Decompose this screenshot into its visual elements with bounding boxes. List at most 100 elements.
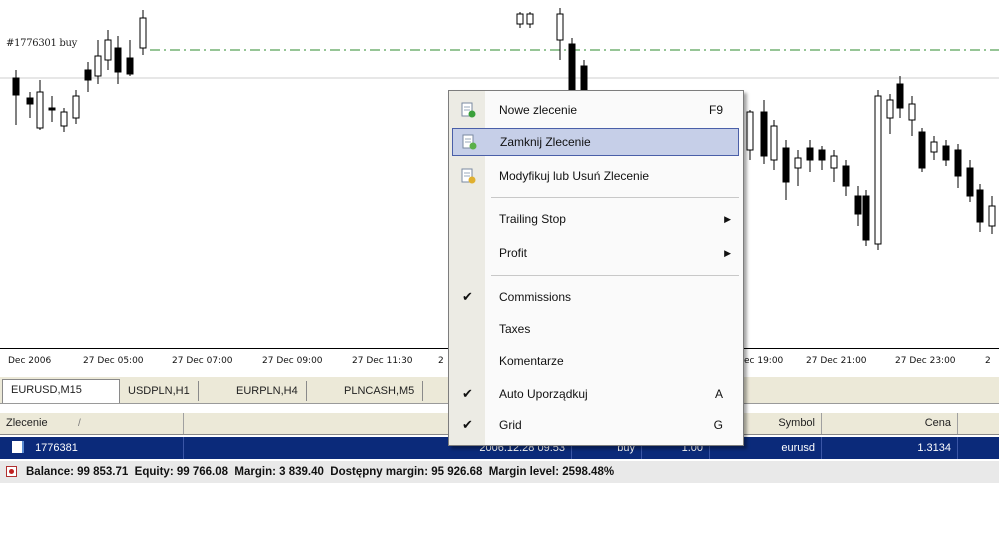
menu-item-close-order[interactable]: Zamknij Zlecenie xyxy=(452,128,739,156)
candle-body xyxy=(94,55,102,77)
checkmark-icon: ✔ xyxy=(462,386,473,401)
time-label: 27 Dec 11:30 xyxy=(352,356,413,366)
order-cell: 1776381 xyxy=(0,437,184,459)
column-label: Zlecenie xyxy=(6,417,48,429)
time-label: 27 Dec 21:00 xyxy=(806,356,867,366)
column-header-extra[interactable] xyxy=(958,413,999,434)
candle-body xyxy=(874,95,882,245)
menu-item-comments[interactable]: Komentarze xyxy=(449,347,743,375)
checkmark-icon: ✔ xyxy=(462,289,473,304)
menu-item-shortcut: F9 xyxy=(708,103,723,117)
modify-order-icon xyxy=(461,168,476,184)
order-number: 1776381 xyxy=(35,442,78,454)
close-order-icon xyxy=(462,134,477,150)
candle-body xyxy=(918,131,926,169)
time-label: 2 xyxy=(985,356,991,366)
candle-body xyxy=(770,125,778,161)
candle-body xyxy=(114,47,122,73)
time-label: 27 Dec 07:00 xyxy=(172,356,233,366)
time-label: 27 Dec 23:00 xyxy=(895,356,956,366)
submenu-arrow-icon: ▶ xyxy=(724,248,731,258)
menu-item-label: Nowe zlecenie xyxy=(499,103,578,117)
candle-body xyxy=(818,149,826,161)
candle-body xyxy=(854,195,862,215)
candle-body xyxy=(988,205,996,227)
balance-icon xyxy=(6,466,17,477)
column-header-order[interactable]: Zlecenie / xyxy=(0,413,184,434)
tab-usdpln-h1[interactable]: USDPLN,H1 xyxy=(120,381,199,401)
time-label: ec 19:00 xyxy=(744,356,784,366)
menu-item-taxes[interactable]: Taxes xyxy=(449,315,743,343)
menu-item-trailing-stop[interactable]: Trailing Stop ▶ xyxy=(449,205,743,233)
extra-cell xyxy=(958,437,999,459)
menu-item-label: Taxes xyxy=(499,322,531,336)
menu-item-label: Grid xyxy=(499,418,522,432)
balance-summary: Balance: 99 853.71 Equity: 99 766.08 Mar… xyxy=(26,466,615,478)
candle-body xyxy=(806,147,814,161)
menu-item-profit[interactable]: Profit ▶ xyxy=(449,239,743,267)
candle-body xyxy=(12,77,20,96)
candle-body xyxy=(966,167,974,197)
candle-body xyxy=(36,91,44,129)
menu-item-shortcut: G xyxy=(713,418,723,432)
time-label: 27 Dec 09:00 xyxy=(262,356,323,366)
new-order-icon xyxy=(461,102,476,118)
candle-body xyxy=(908,103,916,121)
menu-item-grid[interactable]: ✔ Grid G xyxy=(449,411,743,439)
menu-item-modify-order[interactable]: Modyfikuj lub Usuń Zlecenie xyxy=(449,162,743,190)
candle-body xyxy=(556,13,564,41)
menu-item-new-order[interactable]: Nowe zlecenie F9 xyxy=(449,96,743,124)
candle-body xyxy=(72,95,80,119)
menu-item-label: Modyfikuj lub Usuń Zlecenie xyxy=(499,169,650,183)
price-cell: 1.3134 xyxy=(822,437,958,459)
candle-body xyxy=(794,157,802,169)
time-label: Dec 2006 xyxy=(8,356,52,366)
column-label: Cena xyxy=(924,417,951,429)
candle-body xyxy=(896,83,904,109)
candle-body xyxy=(126,57,134,75)
column-label: Symbol xyxy=(778,417,815,429)
candle-body xyxy=(862,195,870,241)
candle-body xyxy=(26,97,34,105)
candle-body xyxy=(842,165,850,187)
balance-row[interactable]: Balance: 99 853.71 Equity: 99 766.08 Mar… xyxy=(0,461,999,483)
tab-plncash-m5[interactable]: PLNCASH,M5 xyxy=(336,381,424,401)
candle-body xyxy=(516,13,524,25)
candle-body xyxy=(954,149,962,177)
candle-body xyxy=(139,17,147,49)
order-label: #1776301 buy xyxy=(6,38,77,49)
menu-item-shortcut: A xyxy=(714,387,723,401)
submenu-arrow-icon: ▶ xyxy=(724,214,731,224)
menu-item-label: Komentarze xyxy=(499,354,564,368)
menu-separator xyxy=(491,275,739,276)
menu-item-label: Commissions xyxy=(499,290,572,304)
time-label: 27 Dec 05:00 xyxy=(83,356,144,366)
checkmark-icon: ✔ xyxy=(462,417,473,432)
candle-body xyxy=(886,99,894,119)
column-header-price[interactable]: Cena xyxy=(822,413,958,434)
menu-item-label: Auto Uporządkuj xyxy=(499,387,588,401)
menu-separator xyxy=(491,197,739,198)
menu-item-label: Trailing Stop xyxy=(499,212,566,226)
menu-item-label: Profit xyxy=(499,246,528,260)
candle-body xyxy=(84,69,92,81)
tab-eurusd-m15[interactable]: EURUSD,M15 xyxy=(2,379,120,403)
menu-item-commissions[interactable]: ✔ Commissions xyxy=(449,283,743,311)
menu-item-label: Zamknij Zlecenie xyxy=(500,135,591,149)
candle-body xyxy=(104,39,112,61)
candle-body xyxy=(760,111,768,157)
candle-body xyxy=(746,111,754,151)
context-menu: Nowe zlecenie F9 Zamknij Zlecenie Modyfi… xyxy=(448,90,744,446)
tab-eurpln-h4[interactable]: EURPLN,H4 xyxy=(228,381,307,401)
candle-body xyxy=(782,147,790,183)
candle-body xyxy=(830,155,838,169)
sort-arrow-icon: / xyxy=(78,418,81,429)
candle-body xyxy=(942,145,950,161)
candle-body xyxy=(976,189,984,223)
menu-item-auto-arrange[interactable]: ✔ Auto Uporządkuj A xyxy=(449,380,743,408)
candle-body xyxy=(526,13,534,25)
candle-body xyxy=(48,107,56,111)
time-label: 2 xyxy=(438,356,444,366)
candle-body xyxy=(60,111,68,127)
order-doc-icon xyxy=(12,441,24,453)
